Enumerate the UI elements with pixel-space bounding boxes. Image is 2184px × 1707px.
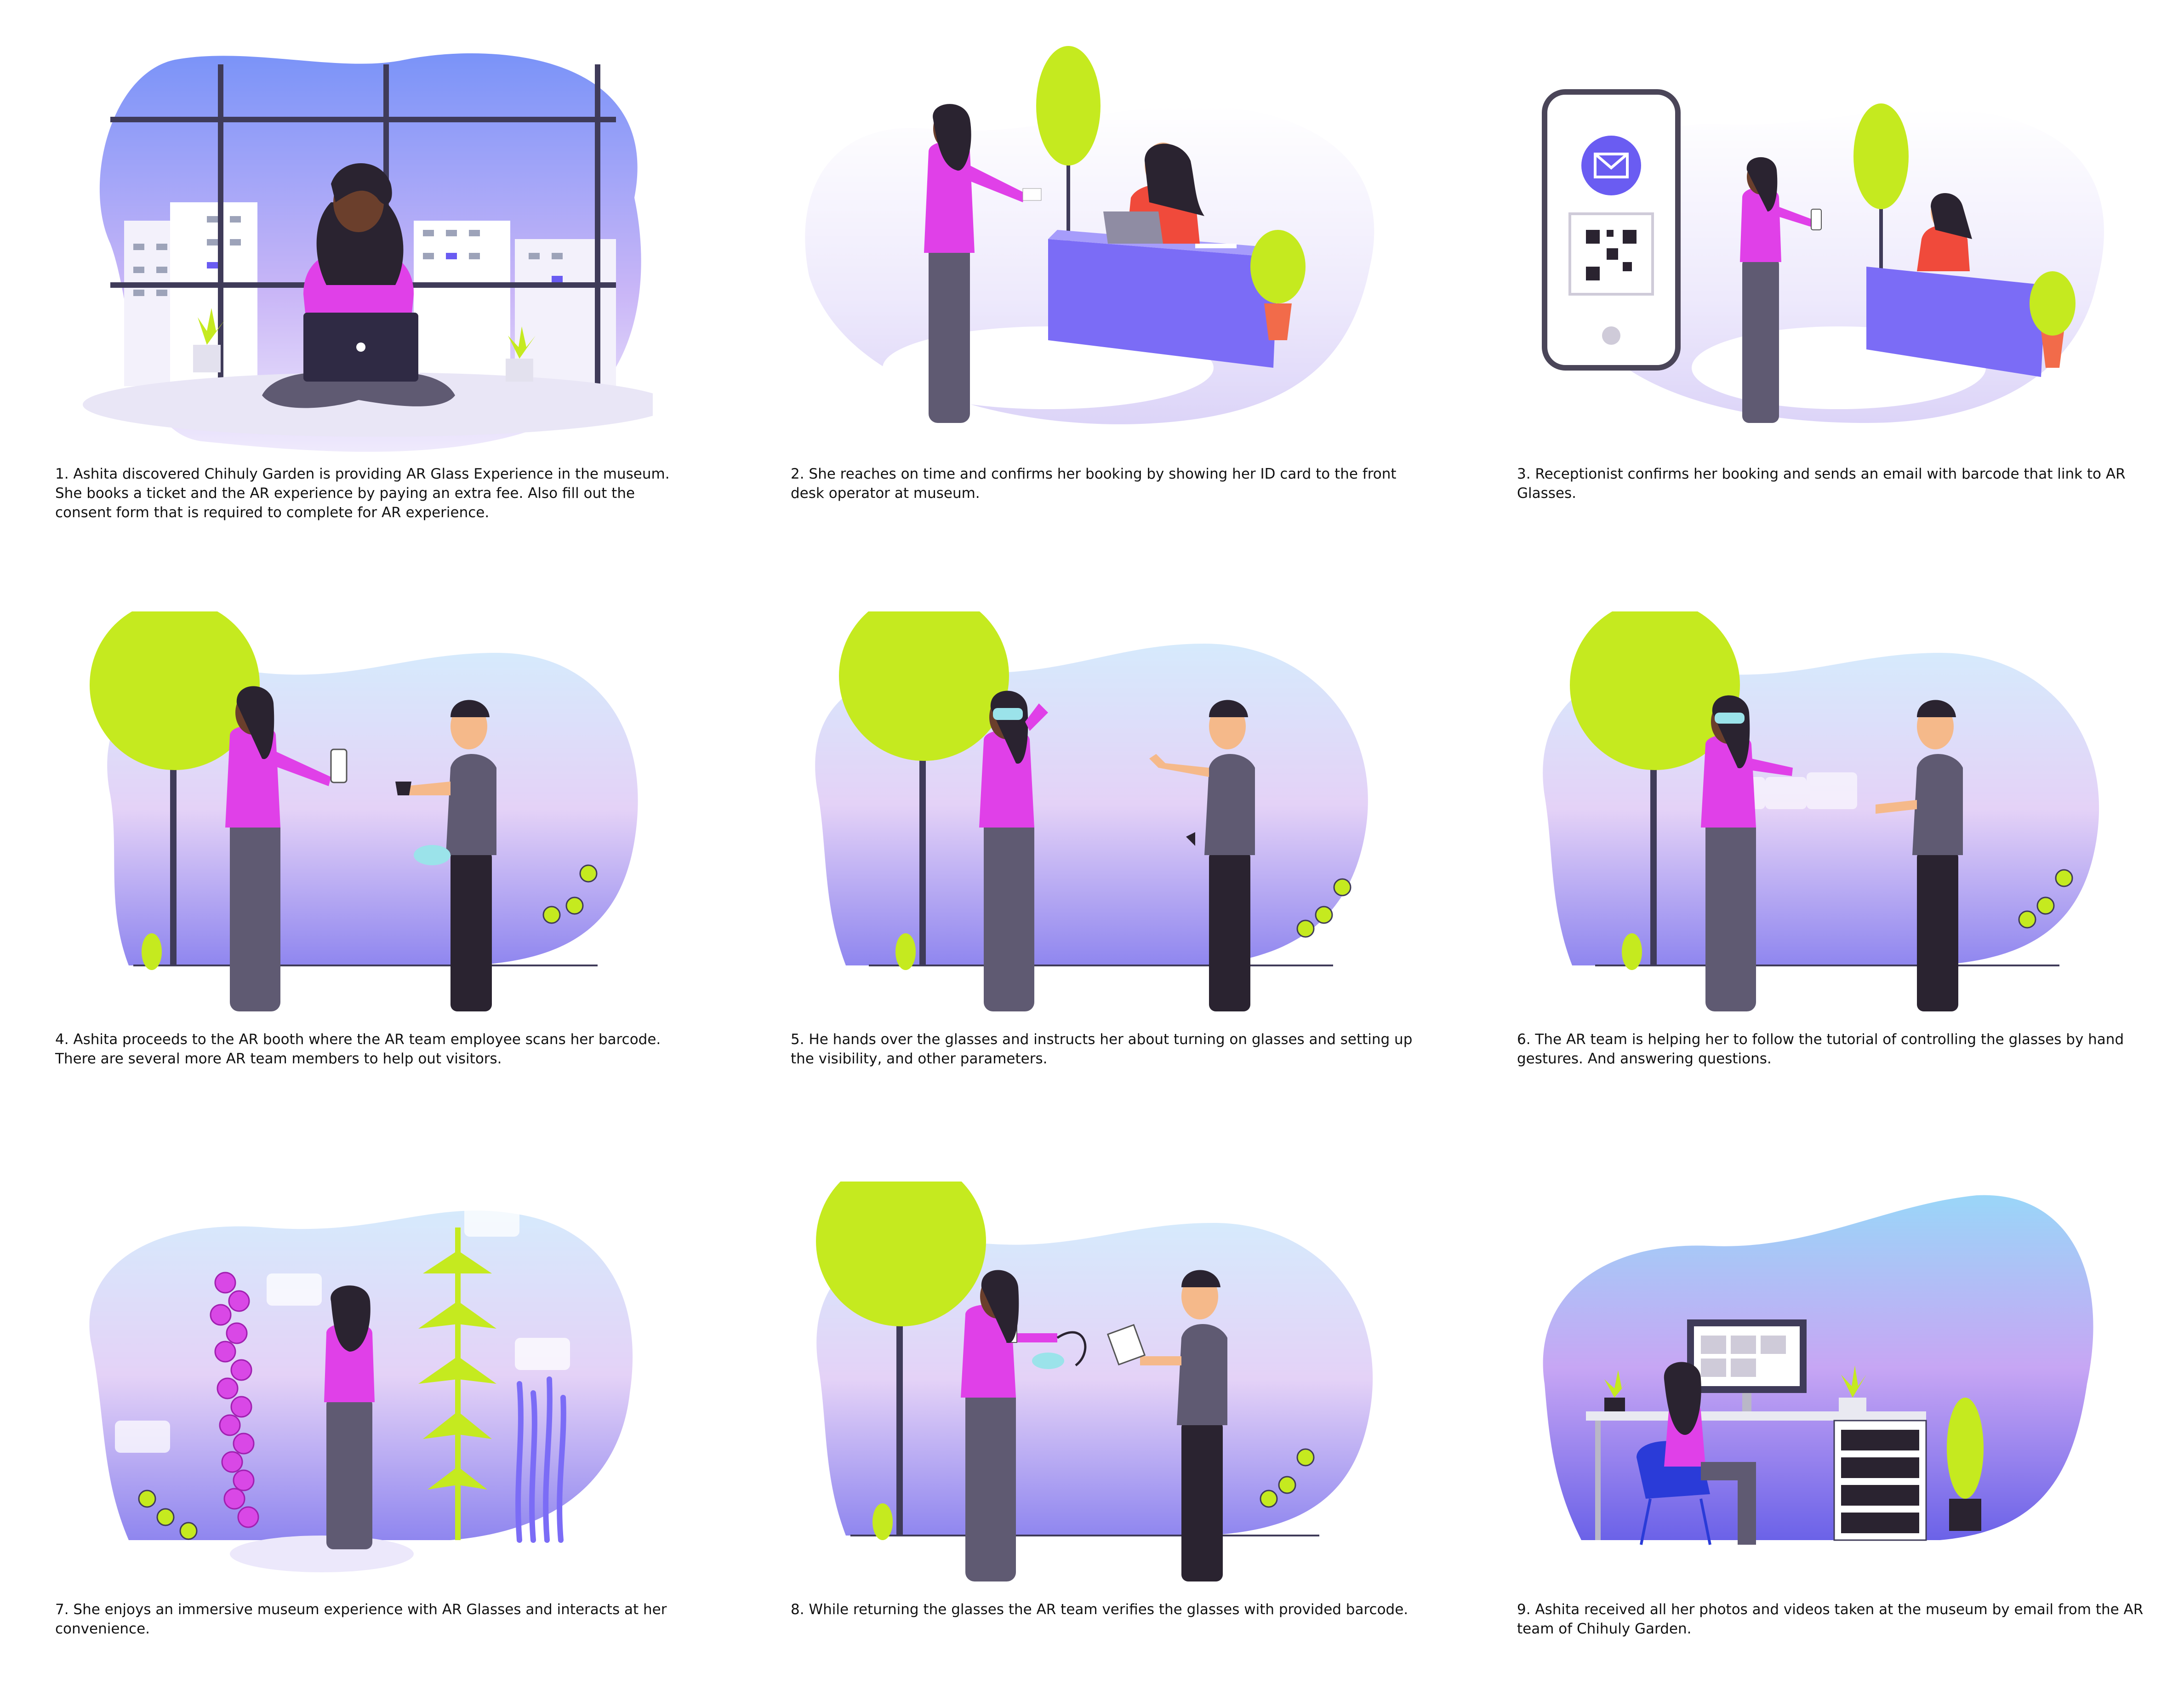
- storyboard-panel-5: 5. He hands over the glasses and instruc…: [791, 611, 1412, 1099]
- panel-caption: 7. She enjoys an immersive museum experi…: [55, 1601, 667, 1637]
- storyboard-panel-1: 1. Ashita discovered Chihuly Garden is p…: [55, 46, 670, 533]
- storyboard-panel-6: 6. The AR team is helping her to follow …: [1517, 611, 2124, 1099]
- panel-caption: 3. Receptionist confirms her booking and…: [1517, 466, 2126, 502]
- scene-illustration-photos-by-email: [1517, 1182, 2115, 1595]
- scene-illustration-email-barcode: [1517, 46, 2115, 460]
- phone-icon: [330, 748, 348, 783]
- panel-caption: 9. Ashita received all her photos and vi…: [1517, 1601, 2144, 1637]
- panel-caption: 4. Ashita proceeds to the AR booth where…: [55, 1031, 661, 1067]
- ar-glasses-icon: [1032, 1353, 1064, 1369]
- scene-illustration-glasses-handover: [791, 611, 1388, 1025]
- ar-glasses-icon: [1715, 713, 1745, 724]
- id-card-icon: [1022, 188, 1042, 201]
- storyboard-panel-8: 8. While returning the glasses the AR te…: [791, 1182, 1408, 1669]
- panel-caption: 1. Ashita discovered Chihuly Garden is p…: [55, 466, 670, 521]
- storyboard-panel-2: 2. She reaches on time and confirms her …: [791, 46, 1397, 533]
- scene-illustration-ar-booth-scan: [55, 611, 653, 1025]
- panel-caption: 8. While returning the glasses the AR te…: [791, 1601, 1408, 1618]
- storyboard-panel-3: 3. Receptionist confirms her booking and…: [1517, 46, 2126, 533]
- scene-illustration-glasses-return: [791, 1182, 1388, 1595]
- scanner-icon: [395, 782, 411, 795]
- storyboard-panel-9: 9. Ashita received all her photos and vi…: [1517, 1182, 2143, 1669]
- laptop-icon: [1103, 211, 1163, 244]
- scene-illustration-gesture-tutorial: [1517, 611, 2115, 1025]
- ar-glasses-icon: [414, 845, 450, 865]
- scene-illustration-museum-experience: [55, 1182, 653, 1595]
- storyboard-panel-4: 4. Ashita proceeds to the AR booth where…: [55, 611, 661, 1099]
- scene-illustration-booking-at-home: [55, 46, 653, 460]
- panel-caption: 6. The AR team is helping her to follow …: [1517, 1031, 2124, 1067]
- ar-glasses-icon: [993, 708, 1023, 720]
- storyboard-panel-7: 7. She enjoys an immersive museum experi…: [55, 1182, 667, 1669]
- panel-caption: 2. She reaches on time and confirms her …: [791, 466, 1397, 502]
- panel-caption: 5. He hands over the glasses and instruc…: [791, 1031, 1413, 1067]
- scene-illustration-front-desk: [791, 46, 1388, 460]
